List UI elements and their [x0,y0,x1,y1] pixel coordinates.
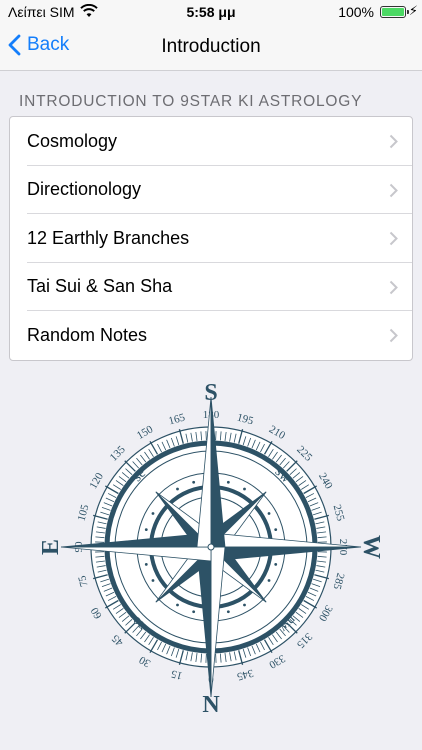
compass-degree-label: 120 [87,470,106,491]
compass-cardinal-left: E [42,539,64,555]
list-item-label: Tai Sui & San Sha [27,276,173,297]
battery-percentage: 100% [338,4,374,20]
list-item-earthly-branches[interactable]: 12 Earthly Branches [10,214,412,263]
compass-degree-label: 330 [266,652,287,671]
list-item-label: 12 Earthly Branches [27,227,190,248]
compass-illustration: 0153045607590105120135150165180195210225… [38,378,384,718]
chevron-right-icon [389,183,398,197]
compass-degree-label: 195 [236,412,256,428]
list-item-label: Cosmology [27,130,118,151]
compass-cardinal-top: S [204,380,217,406]
compass-degree-label: 210 [267,423,288,442]
chevron-right-icon [389,328,398,343]
page-title: Introduction [161,36,261,57]
topics-list: Cosmology Directionology 12 Earthly Bran… [9,116,413,361]
list-item-random-notes[interactable]: Random Notes [10,311,412,360]
battery-icon [380,6,409,18]
compass-degree-label: 345 [235,667,255,683]
compass-degree-label: 15 [170,667,184,682]
chevron-right-icon [389,280,398,294]
status-bar: Λείπει SIM 5:58 μμ 100% ⚡ [0,0,422,24]
compass-degree-label: 60 [88,605,104,621]
compass-degree-label: 45 [109,632,126,649]
navigation-bar: Back Introduction [0,24,422,71]
list-item-label: Directionology [27,179,142,200]
compass-rose-icon: 0153045607590105120135150165180195210225… [38,380,384,718]
chevron-right-icon [389,134,398,149]
chevron-right-icon [389,231,398,246]
compass-degree-label: 285 [330,572,346,592]
list-item-cosmology[interactable]: Cosmology [10,117,412,166]
section-header: INTRODUCTION TO 9STAR KI ASTROLOGY [19,93,363,110]
list-item-label: Random Notes [27,324,148,345]
compass-degree-label: 105 [76,503,92,523]
compass-degree-label: 255 [331,503,347,523]
list-item-tai-sui-san-sha[interactable]: Tai Sui & San Sha [10,263,412,312]
compass-cardinal-right: W [358,535,380,559]
compass-degree-label: 150 [135,423,156,442]
compass-degree-label: 30 [137,653,153,669]
charging-bolt-icon: ⚡ [408,3,418,18]
compass-degree-label: 75 [76,574,91,588]
compass-degree-label: 165 [167,411,187,427]
compass-degree-label: 300 [316,603,335,624]
compass-cardinal-bottom: N [202,692,220,716]
compass-degree-label: 240 [316,471,335,492]
list-item-directionology[interactable]: Directionology [10,166,412,215]
